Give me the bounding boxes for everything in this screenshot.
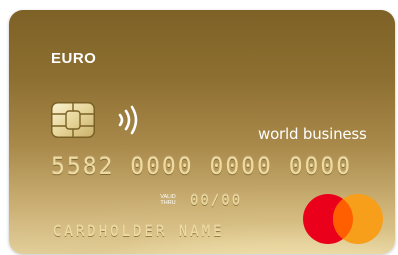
contactless-icon bbox=[118, 105, 138, 135]
emv-chip-icon bbox=[51, 102, 95, 138]
valid-thru-line-2: THRU bbox=[160, 200, 176, 206]
mastercard-logo bbox=[303, 194, 383, 244]
card-brand-label: world business bbox=[258, 125, 367, 143]
currency-label: EURO bbox=[51, 50, 97, 67]
card-number: 5582 0000 0000 0000 bbox=[51, 154, 353, 180]
cardholder-name: CARDHOLDER NAME bbox=[53, 224, 225, 240]
payment-card: EURO world business 5582 0000 0000 0000 … bbox=[9, 10, 395, 254]
expiry-date: 00/00 bbox=[190, 193, 243, 209]
valid-thru-label: VALID THRU bbox=[157, 194, 179, 206]
